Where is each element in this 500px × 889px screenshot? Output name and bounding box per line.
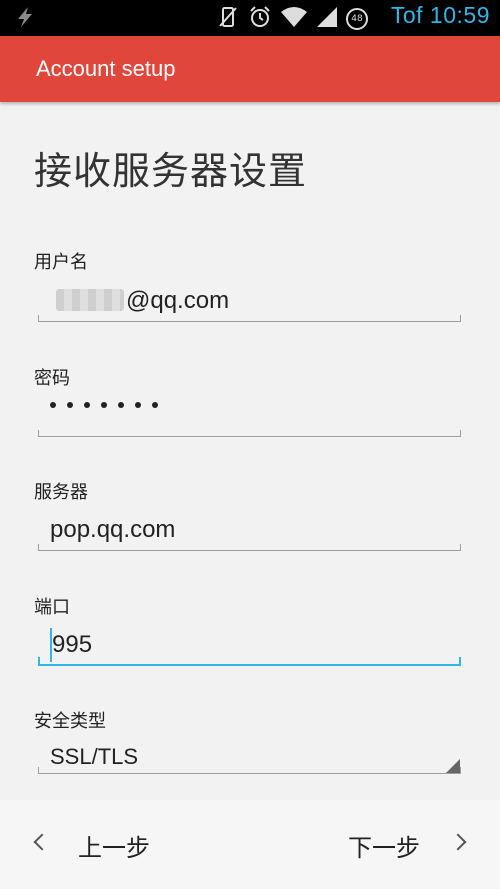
password-label: 密码 xyxy=(34,368,70,389)
bottom-nav-bar xyxy=(0,800,500,889)
port-label: 端口 xyxy=(34,597,70,618)
server-underline xyxy=(38,541,461,551)
password-dot xyxy=(84,402,90,408)
password-dot xyxy=(101,402,107,408)
server-field[interactable]: pop.qq.com xyxy=(50,516,175,544)
wifi-icon xyxy=(280,6,308,32)
status-time: Tof 10:59 xyxy=(390,2,490,28)
username-field[interactable]: @qq.com xyxy=(56,287,229,315)
redacted-mask xyxy=(56,289,124,311)
status-bar: 48 Tof 10:59 xyxy=(0,0,500,36)
port-field[interactable]: 995 xyxy=(52,631,92,659)
username-underline xyxy=(38,312,461,322)
security-type-label: 安全类型 xyxy=(34,711,106,732)
password-dot xyxy=(118,402,124,408)
port-underline xyxy=(38,656,461,666)
action-bar: Account setup xyxy=(0,36,500,102)
password-field[interactable] xyxy=(50,402,158,408)
charging-bolt-icon xyxy=(14,6,36,32)
vibrate-off-icon xyxy=(216,5,240,33)
password-dot xyxy=(67,402,73,408)
password-dot xyxy=(135,402,141,408)
username-label: 用户名 xyxy=(34,252,88,273)
page-title: 接收服务器设置 xyxy=(34,149,308,193)
next-button[interactable]: 下一步 xyxy=(348,828,420,863)
server-label: 服务器 xyxy=(34,482,88,503)
previous-button[interactable]: 上一步 xyxy=(78,828,150,863)
password-dot xyxy=(50,402,56,408)
signal-icon xyxy=(316,6,338,32)
username-value: @qq.com xyxy=(126,287,230,314)
password-dot xyxy=(152,402,158,408)
battery-icon: 48 xyxy=(346,8,368,30)
password-underline xyxy=(38,427,461,437)
action-bar-title: Account setup xyxy=(36,56,176,81)
alarm-icon xyxy=(248,5,272,33)
security-type-underline xyxy=(38,764,461,774)
